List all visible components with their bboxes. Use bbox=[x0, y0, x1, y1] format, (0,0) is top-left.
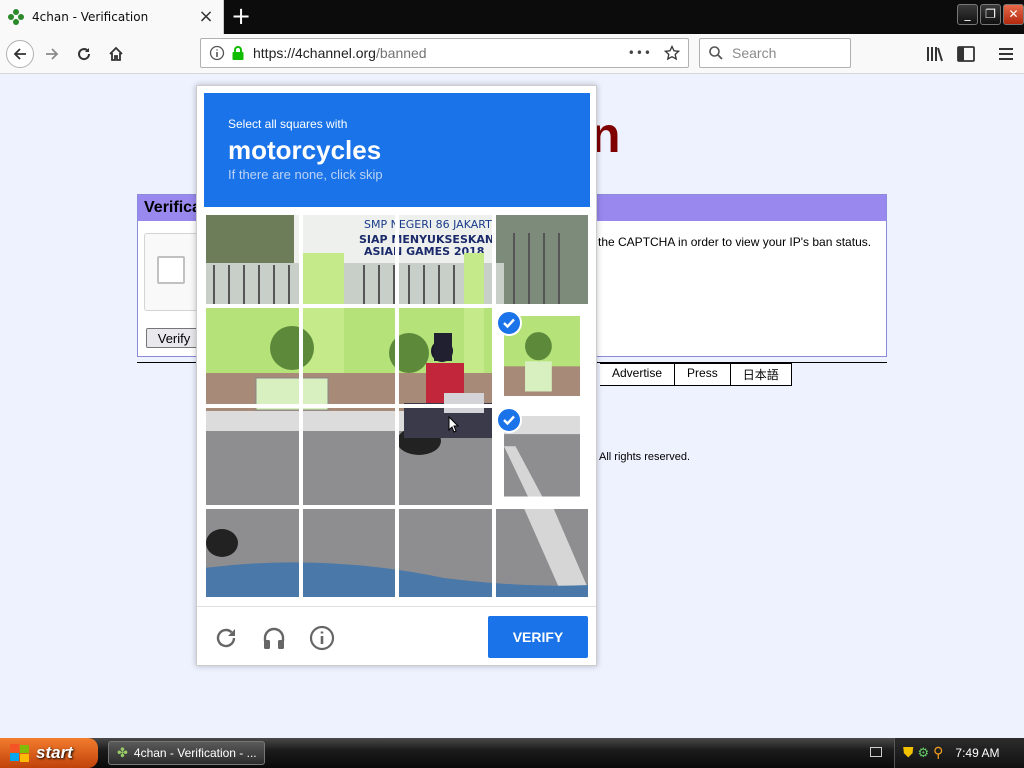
url-bar[interactable]: https://4channel.org/banned ••• bbox=[200, 38, 689, 68]
tile[interactable] bbox=[204, 406, 301, 507]
new-tab-button[interactable]: + bbox=[228, 4, 254, 30]
forward-arrow-icon bbox=[46, 48, 59, 60]
captcha-verify-button[interactable]: VERIFY bbox=[488, 616, 588, 658]
menu-icon[interactable] bbox=[996, 44, 1016, 64]
search-placeholder: Search bbox=[732, 45, 777, 61]
back-arrow-icon bbox=[13, 48, 26, 60]
back-button[interactable] bbox=[6, 40, 34, 68]
tile[interactable] bbox=[300, 506, 397, 599]
footer-link-press[interactable]: Press bbox=[675, 363, 731, 386]
tile[interactable] bbox=[204, 305, 301, 406]
clover-icon bbox=[8, 9, 24, 25]
tile[interactable] bbox=[493, 213, 590, 306]
challenge-hint: If there are none, click skip bbox=[228, 167, 383, 182]
audio-challenge-icon[interactable] bbox=[261, 625, 287, 651]
search-box[interactable]: Search bbox=[699, 38, 851, 68]
reload-icon bbox=[78, 48, 91, 61]
verification-text: the CAPTCHA in order to view your IP's b… bbox=[598, 235, 872, 249]
check-icon bbox=[496, 310, 522, 336]
url-host: https://4channel.org bbox=[253, 45, 376, 61]
window-controls: _ ❐ ✕ bbox=[957, 4, 1024, 25]
tile[interactable] bbox=[397, 213, 494, 306]
footer-link-japanese[interactable]: 日本語 bbox=[730, 363, 792, 386]
url-path: /banned bbox=[375, 45, 427, 61]
minimize-button[interactable]: _ bbox=[957, 4, 978, 25]
keyboard-icon[interactable] bbox=[870, 747, 882, 757]
forward-button[interactable] bbox=[38, 40, 66, 68]
challenge-target: motorcycles bbox=[228, 135, 382, 165]
challenge-instruction: Select all squares with bbox=[228, 117, 348, 131]
tab-4chan-verification[interactable]: 4chan - Verification × bbox=[0, 0, 224, 34]
start-label: start bbox=[36, 743, 73, 762]
nav-bar: https://4channel.org/banned ••• Search bbox=[0, 34, 1024, 74]
tab-title: 4chan - Verification bbox=[32, 10, 149, 24]
footer-links: Advertise Press 日本語 bbox=[600, 363, 792, 386]
tile[interactable] bbox=[204, 506, 301, 599]
page-actions-icon[interactable]: ••• bbox=[628, 46, 652, 60]
close-window-button[interactable]: ✕ bbox=[1003, 4, 1024, 25]
tile[interactable] bbox=[397, 406, 494, 507]
tile[interactable] bbox=[300, 213, 397, 306]
network-icon[interactable]: ⚙ bbox=[918, 746, 930, 761]
taskbar-item-browser[interactable]: ✤ 4chan - Verification - ... bbox=[108, 741, 265, 765]
search-icon bbox=[709, 46, 723, 60]
info-icon[interactable] bbox=[309, 625, 335, 651]
start-button[interactable]: start bbox=[0, 738, 98, 768]
reload-button[interactable] bbox=[70, 40, 98, 68]
mouse-cursor-icon bbox=[448, 416, 460, 433]
system-tray: ⛊ ⚙ ⚲ 7:49 AM bbox=[894, 738, 1024, 768]
verify-submit-button[interactable]: Verify bbox=[146, 328, 202, 348]
restore-button[interactable]: ❐ bbox=[980, 4, 1001, 25]
taskbar: start ✤ 4chan - Verification - ... ⛊ ⚙ ⚲… bbox=[0, 738, 1024, 768]
library-icon[interactable] bbox=[925, 44, 945, 64]
footer-link-advertise[interactable]: Advertise bbox=[600, 363, 676, 386]
search-tray-icon[interactable]: ⚲ bbox=[933, 745, 943, 761]
home-icon bbox=[109, 46, 123, 61]
check-icon bbox=[496, 407, 522, 433]
tile[interactable] bbox=[204, 213, 301, 306]
taskbar-item-label: 4chan - Verification - ... bbox=[133, 746, 257, 760]
home-button[interactable] bbox=[102, 40, 130, 68]
tile[interactable] bbox=[300, 406, 397, 507]
reload-challenge-icon[interactable] bbox=[213, 625, 239, 651]
close-tab-icon[interactable]: × bbox=[197, 8, 215, 26]
challenge-footer: VERIFY bbox=[197, 606, 596, 666]
clock: 7:49 AM bbox=[955, 746, 1000, 760]
windows-flag-icon bbox=[10, 744, 30, 762]
info-icon[interactable] bbox=[209, 45, 225, 61]
bookmark-star-icon[interactable] bbox=[664, 45, 680, 61]
image-grid: SMP NEGERI 86 JAKART SIAP MENYUKSESKAN A… bbox=[204, 213, 590, 599]
tile[interactable] bbox=[397, 506, 494, 599]
recaptcha-checkbox[interactable] bbox=[157, 256, 185, 284]
security-shield-icon[interactable]: ⛊ bbox=[903, 745, 914, 761]
tile[interactable] bbox=[397, 305, 494, 406]
recaptcha-challenge: Select all squares with motorcycles If t… bbox=[196, 85, 597, 666]
url-text[interactable]: https://4channel.org/banned bbox=[253, 45, 628, 61]
rights-text: All rights reserved. bbox=[599, 451, 691, 463]
clover-icon: ✤ bbox=[117, 745, 128, 760]
lock-icon[interactable] bbox=[231, 45, 245, 61]
tile[interactable] bbox=[300, 305, 397, 406]
sidebar-icon[interactable] bbox=[956, 44, 976, 64]
tab-bar: 4chan - Verification × + _ ❐ ✕ bbox=[0, 0, 1024, 34]
recaptcha-anchor bbox=[144, 233, 204, 311]
tile-grid bbox=[204, 213, 590, 599]
challenge-header: Select all squares with motorcycles If t… bbox=[204, 93, 590, 207]
tile[interactable] bbox=[493, 506, 590, 599]
